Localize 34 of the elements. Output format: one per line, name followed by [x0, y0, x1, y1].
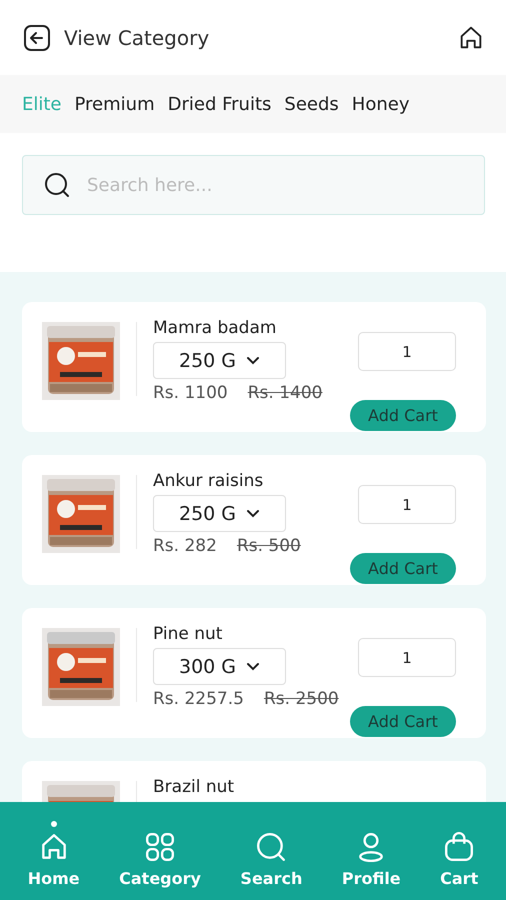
chevron-down-icon	[246, 356, 260, 366]
product-name: Pine nut	[153, 624, 224, 644]
price: Rs. 2257.5	[153, 689, 244, 709]
add-cart-button[interactable]: Add Cart	[350, 706, 456, 737]
quantity-field[interactable]: 1	[358, 638, 456, 677]
chevron-down-icon	[246, 508, 260, 518]
quantity-field[interactable]: 1	[358, 332, 456, 371]
product-name: Brazil nut	[153, 777, 236, 797]
price: Rs. 1100	[153, 383, 228, 403]
size-dropdown[interactable]: 250 G	[153, 342, 286, 379]
category-tab[interactable]: Premium	[74, 94, 155, 114]
grid-icon	[144, 831, 176, 863]
category-tab[interactable]: Dried Fruits	[168, 94, 272, 114]
search-icon	[43, 171, 71, 199]
category-tab[interactable]: Seeds	[284, 94, 339, 114]
category-tab[interactable]: Honey	[352, 94, 410, 114]
back-button[interactable]	[22, 22, 52, 52]
size-dropdown[interactable]: 300 G	[153, 648, 286, 685]
product-name: Ankur raisins	[153, 471, 264, 491]
price: Rs. 282	[153, 536, 217, 556]
chevron-down-icon	[246, 662, 260, 672]
original-price: Rs. 1400	[248, 383, 322, 403]
bag-icon	[443, 831, 476, 863]
search-icon	[255, 831, 288, 863]
size-dropdown[interactable]: 250 G	[153, 495, 286, 532]
add-cart-button[interactable]: Add Cart	[350, 553, 456, 584]
page-title: View Category	[64, 26, 210, 50]
search-field[interactable]: Search here...	[85, 174, 464, 196]
add-cart-button[interactable]: Add Cart	[350, 400, 456, 431]
search-bar[interactable]: Search here...	[22, 155, 485, 215]
product-name: Mamra badam	[153, 318, 278, 338]
original-price: Rs. 2500	[264, 689, 339, 709]
original-price: Rs. 500	[236, 536, 301, 556]
quantity-field[interactable]: 1	[358, 485, 456, 524]
